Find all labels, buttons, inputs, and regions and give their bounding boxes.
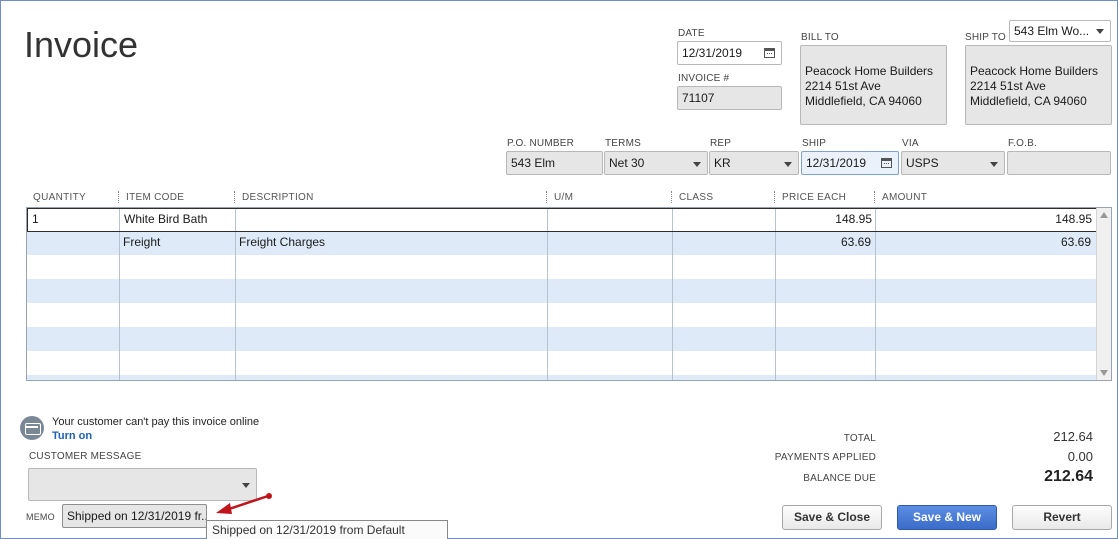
ship-to-label: SHIP TO — [965, 32, 1006, 43]
table-row[interactable]: 1 White Bird Bath 148.95 148.95 — [27, 208, 1097, 232]
column-header-amount[interactable]: AMOUNT — [882, 192, 927, 203]
cell-class[interactable] — [672, 231, 775, 255]
chevron-down-icon — [1096, 29, 1104, 34]
scroll-down-icon[interactable] — [1100, 370, 1108, 376]
po-number-value: 543 Elm — [511, 156, 556, 170]
table-row-empty — [27, 327, 1097, 351]
column-separator[interactable] — [671, 191, 672, 203]
date-field[interactable]: 12/31/2019 — [677, 41, 782, 65]
memo-value: Shipped on 12/31/2019 fr... — [67, 509, 207, 523]
credit-card-icon — [20, 416, 44, 440]
bill-to-line-2: 2214 51st Ave — [805, 79, 881, 93]
chevron-down-icon — [784, 162, 792, 167]
cell-quantity[interactable] — [27, 231, 119, 255]
terms-value: Net 30 — [609, 156, 645, 170]
bill-to-line-3: Middlefield, CA 94060 — [805, 94, 922, 108]
rep-select[interactable]: KR — [709, 151, 799, 175]
via-value: USPS — [906, 156, 939, 170]
ship-to-address[interactable]: Peacock Home Builders 2214 51st Ave Midd… — [965, 45, 1112, 125]
bill-to-address[interactable]: Peacock Home Builders 2214 51st Ave Midd… — [800, 45, 947, 125]
po-number-field[interactable]: 543 Elm — [506, 151, 603, 175]
chevron-down-icon — [693, 162, 701, 167]
cell-amount[interactable]: 148.95 — [876, 208, 1096, 232]
ship-to-line-3: Middlefield, CA 94060 — [970, 94, 1087, 108]
calendar-icon[interactable] — [764, 48, 775, 58]
column-separator[interactable] — [774, 191, 775, 203]
total-label: TOTAL — [843, 433, 876, 444]
invoice-number-value: 71107 — [682, 91, 715, 105]
fob-label: F.O.B. — [1008, 138, 1037, 149]
invoice-number-label: INVOICE # — [678, 73, 730, 84]
balance-due-value: 212.64 — [1044, 468, 1093, 485]
rep-label: REP — [710, 138, 732, 149]
po-number-label: P.O. NUMBER — [507, 138, 575, 149]
via-label: VIA — [902, 138, 919, 149]
bill-to-label: BILL TO — [801, 32, 839, 43]
line-items-header: QUANTITY ITEM CODE DESCRIPTION U/M CLASS… — [26, 190, 1112, 206]
cell-class[interactable] — [673, 208, 776, 232]
date-value: 12/31/2019 — [682, 46, 743, 60]
cell-um[interactable] — [548, 208, 673, 232]
fob-field[interactable] — [1007, 151, 1111, 175]
save-new-button[interactable]: Save & New — [897, 505, 997, 530]
table-row-empty — [27, 279, 1097, 303]
terms-select[interactable]: Net 30 — [604, 151, 708, 175]
column-separator[interactable] — [874, 191, 875, 203]
date-label: DATE — [678, 28, 705, 39]
invoice-number-field[interactable]: 71107 — [677, 86, 782, 110]
bill-to-line-1: Peacock Home Builders — [805, 64, 934, 78]
table-row-empty — [27, 375, 1097, 380]
scroll-up-icon[interactable] — [1100, 212, 1108, 218]
page-title: Invoice — [24, 24, 139, 65]
revert-button[interactable]: Revert — [1012, 505, 1112, 530]
rep-value: KR — [714, 156, 731, 170]
ship-date-field[interactable]: 12/31/2019 — [801, 151, 899, 175]
table-scrollbar[interactable] — [1096, 208, 1111, 380]
balance-due-label: BALANCE DUE — [803, 473, 876, 484]
online-payment-message: Your customer can't pay this invoice onl… — [52, 416, 260, 428]
ship-to-select[interactable]: 543 Elm Wo... — [1009, 20, 1111, 42]
column-header-price-each[interactable]: PRICE EACH — [782, 192, 846, 203]
ship-to-line-1: Peacock Home Builders — [970, 64, 1099, 78]
payments-applied-label: PAYMENTS APPLIED — [774, 452, 876, 463]
cell-um[interactable] — [547, 231, 672, 255]
via-select[interactable]: USPS — [901, 151, 1005, 175]
ship-to-select-value: 543 Elm Wo... — [1014, 24, 1090, 38]
cell-item-code[interactable]: White Bird Bath — [120, 208, 236, 232]
terms-label: TERMS — [605, 138, 641, 149]
column-separator[interactable] — [118, 191, 119, 203]
cell-amount[interactable]: 63.69 — [875, 231, 1095, 255]
total-value: 212.64 — [1053, 429, 1093, 444]
column-header-quantity[interactable]: QUANTITY — [33, 192, 86, 203]
table-row[interactable]: Freight Freight Charges 63.69 63.69 — [27, 231, 1097, 255]
annotation-arrow-icon — [216, 493, 272, 514]
cell-price-each[interactable]: 63.69 — [775, 231, 875, 255]
cell-quantity[interactable]: 1 — [28, 208, 120, 232]
ship-date-label: SHIP — [802, 138, 827, 149]
chevron-down-icon — [242, 483, 250, 488]
turn-on-link[interactable]: Turn on — [52, 430, 92, 442]
customer-message-label: CUSTOMER MESSAGE — [29, 451, 142, 462]
save-close-button[interactable]: Save & Close — [782, 505, 882, 530]
column-separator[interactable] — [546, 191, 547, 203]
ship-date-value: 12/31/2019 — [806, 156, 867, 170]
column-header-description[interactable]: DESCRIPTION — [242, 192, 314, 203]
cell-description[interactable]: Freight Charges — [235, 231, 547, 255]
cell-price-each[interactable]: 148.95 — [776, 208, 876, 232]
line-items-table[interactable]: 1 White Bird Bath 148.95 148.95 Freight … — [26, 207, 1112, 381]
memo-field[interactable]: Shipped on 12/31/2019 fr... — [62, 504, 207, 528]
column-header-item-code[interactable]: ITEM CODE — [126, 192, 184, 203]
memo-tooltip: Shipped on 12/31/2019 from Default — [206, 520, 448, 539]
column-separator[interactable] — [234, 191, 235, 203]
cell-description[interactable] — [236, 208, 548, 232]
ship-to-line-2: 2214 51st Ave — [970, 79, 1046, 93]
payments-applied-value: 0.00 — [1067, 449, 1093, 464]
column-header-um[interactable]: U/M — [554, 192, 573, 203]
cell-item-code[interactable]: Freight — [119, 231, 235, 255]
memo-label: MEMO — [26, 512, 55, 522]
column-header-class[interactable]: CLASS — [679, 192, 713, 203]
chevron-down-icon — [990, 162, 998, 167]
calendar-icon[interactable] — [881, 158, 892, 168]
